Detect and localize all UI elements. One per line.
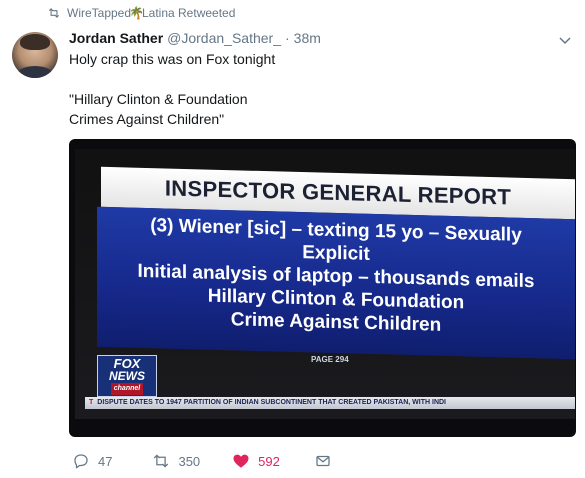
separator-dot: · [284, 30, 290, 46]
reply-count: 47 [98, 453, 113, 469]
retweet-context: WireTapped🌴Latina Retweeted [47, 6, 235, 20]
envelope-icon [316, 455, 330, 467]
retweet-icon [154, 454, 169, 468]
direct-message-button[interactable] [314, 452, 332, 470]
display-name[interactable]: Jordan Sather [69, 30, 163, 46]
tweet-line: Holy crap this was on Fox tonight [69, 51, 276, 67]
avatar[interactable] [12, 32, 58, 78]
tweet-header: Jordan Sather @Jordan_Sather_ · 38m [69, 30, 565, 46]
news-ticker: T DISPUTE DATES TO 1947 PARTITION OF INDI… [85, 397, 575, 409]
handle[interactable]: @Jordan_Sather_ [167, 30, 281, 46]
retweet-button[interactable]: 350 [152, 452, 200, 470]
chevron-down-icon[interactable] [559, 34, 571, 46]
timestamp[interactable]: 38m [294, 30, 321, 46]
tweet-media-image[interactable]: INSPECTOR GENERAL REPORT (3) Wiener [sic… [69, 139, 576, 437]
reply-icon [74, 454, 88, 469]
retweet-icon [48, 8, 60, 18]
reply-button[interactable]: 47 [72, 452, 112, 470]
like-count: 592 [258, 453, 280, 469]
retweeted-by-label[interactable]: WireTapped🌴Latina Retweeted [67, 6, 235, 20]
like-button[interactable]: 592 [232, 452, 280, 470]
tweet-actions: 47 350 592 [72, 452, 332, 470]
fox-news-logo: FOX NEWS channel [97, 355, 157, 397]
page-label: PAGE 294 [311, 355, 349, 364]
tweet-text: Holy crap this was on Fox tonight "Hilla… [69, 49, 549, 129]
heart-icon [233, 454, 249, 468]
tweet-line: "Hillary Clinton & Foundation [69, 91, 248, 107]
tv-screen: INSPECTOR GENERAL REPORT (3) Wiener [sic… [75, 149, 575, 419]
retweet-count: 350 [178, 453, 201, 469]
banner-body: (3) Wiener [sic] – texting 15 yo – Sexua… [97, 206, 575, 360]
tweet-line: Crimes Against Children" [69, 111, 225, 127]
